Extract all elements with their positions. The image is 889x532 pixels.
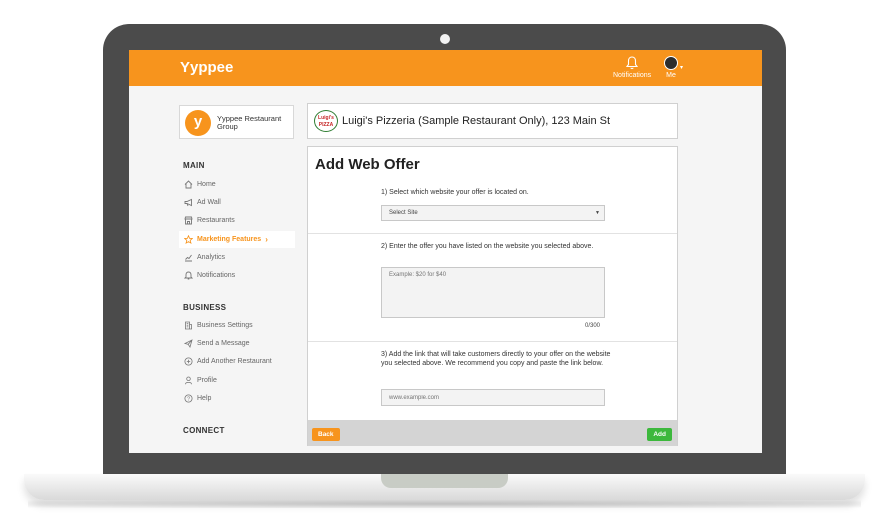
restaurant-logo-subtext: PIZZA — [318, 122, 334, 128]
sidebar-item-add-restaurant[interactable]: Add Another Restaurant — [179, 353, 295, 370]
add-button[interactable]: Add — [647, 428, 672, 441]
bell-icon — [183, 271, 193, 281]
step-1-label: 1) Select which website your offer is lo… — [381, 189, 529, 196]
building-icon — [183, 321, 193, 331]
restaurant-name: Luigi's Pizzeria (Sample Restaurant Only… — [342, 115, 611, 127]
me-label: Me — [666, 72, 676, 79]
sidebar-item-ad-wall[interactable]: Ad Wall — [179, 194, 295, 211]
storefront-icon — [183, 216, 193, 226]
sidebar-item-label: Ad Wall — [197, 199, 221, 206]
top-bar: Yyppee Notifications Me ▾ — [129, 50, 762, 86]
site-select[interactable]: Select Site ▼ — [381, 205, 605, 221]
home-icon — [183, 180, 193, 190]
sidebar-item-restaurants[interactable]: Restaurants — [179, 212, 295, 229]
sidebar-item-send-message[interactable]: Send a Message — [179, 335, 295, 352]
plus-circle-icon — [183, 357, 193, 367]
section-main-title: MAIN — [183, 161, 205, 170]
step-2-label: 2) Enter the offer you have listed on th… — [381, 243, 594, 250]
user-icon — [183, 376, 193, 386]
divider — [308, 341, 677, 342]
paper-plane-icon — [183, 339, 193, 349]
section-business-title: BUSINESS — [183, 303, 227, 312]
add-web-offer-panel: Add Web Offer 1) Select which website yo… — [307, 146, 678, 446]
sidebar-item-home[interactable]: Home — [179, 176, 295, 193]
star-icon — [183, 235, 193, 245]
sidebar-item-label: Analytics — [197, 254, 226, 261]
chevron-down-icon: ▾ — [680, 65, 684, 71]
sidebar-item-label: Marketing Features — [197, 236, 262, 243]
restaurant-logo-text: Luigi's — [318, 115, 334, 121]
sidebar-item-notifications[interactable]: Notifications — [179, 267, 295, 284]
sidebar-item-label: Help — [197, 395, 212, 402]
notifications-label: Notifications — [613, 72, 652, 79]
offer-textarea[interactable] — [381, 267, 605, 318]
sidebar-item-label: Profile — [197, 377, 217, 384]
divider — [308, 233, 677, 234]
sidebar-item-marketing-features[interactable]: Marketing Features › — [179, 231, 295, 248]
app-screen: Yyppee Notifications Me ▾ y Yyppee Resta… — [129, 50, 762, 453]
chevron-right-icon: › — [265, 235, 268, 244]
svg-text:?: ? — [186, 396, 189, 402]
help-icon: ? — [183, 394, 193, 404]
me-menu-button[interactable]: Me ▾ — [659, 56, 683, 79]
offer-url-input[interactable] — [381, 389, 605, 406]
restaurant-selector[interactable]: Luigi's PIZZA Luigi's Pizzeria (Sample R… — [307, 103, 678, 139]
laptop-notch — [381, 474, 508, 488]
character-counter: 0/300 — [585, 323, 601, 329]
form-footer: Back Add — [308, 420, 677, 446]
org-card[interactable]: y Yyppee Restaurant Group — [179, 105, 294, 139]
avatar — [664, 56, 678, 70]
sidebar-item-label: Add Another Restaurant — [197, 358, 272, 365]
org-logo: y — [185, 110, 211, 136]
sidebar-item-label: Business Settings — [197, 322, 253, 329]
page-title: Add Web Offer — [315, 156, 420, 173]
laptop-shadow — [28, 500, 861, 508]
sidebar-item-profile[interactable]: Profile — [179, 372, 295, 389]
dropdown-arrow-icon: ▼ — [595, 210, 600, 216]
webcam — [440, 34, 450, 44]
section-connect-title: CONNECT — [183, 426, 225, 435]
sidebar-item-business-settings[interactable]: Business Settings — [179, 317, 295, 334]
notifications-button[interactable]: Notifications — [613, 56, 651, 79]
bell-icon — [626, 56, 638, 70]
sidebar-item-label: Notifications — [197, 272, 236, 279]
sidebar-item-help[interactable]: ? Help — [179, 390, 295, 407]
sidebar-item-label: Home — [197, 181, 216, 188]
sidebar-item-label: Restaurants — [197, 217, 235, 224]
sidebar-item-analytics[interactable]: Analytics — [179, 249, 295, 266]
restaurant-logo: Luigi's PIZZA — [314, 110, 338, 132]
site-select-value: Select Site — [389, 210, 418, 216]
org-name: Yyppee Restaurant Group — [217, 114, 282, 131]
sidebar-item-label: Send a Message — [197, 340, 250, 347]
back-button[interactable]: Back — [312, 428, 340, 441]
app-logo[interactable]: Yyppee — [180, 59, 233, 76]
step-3-label: 3) Add the link that will take customers… — [381, 351, 611, 367]
chart-icon — [183, 253, 193, 263]
megaphone-icon — [183, 198, 193, 208]
